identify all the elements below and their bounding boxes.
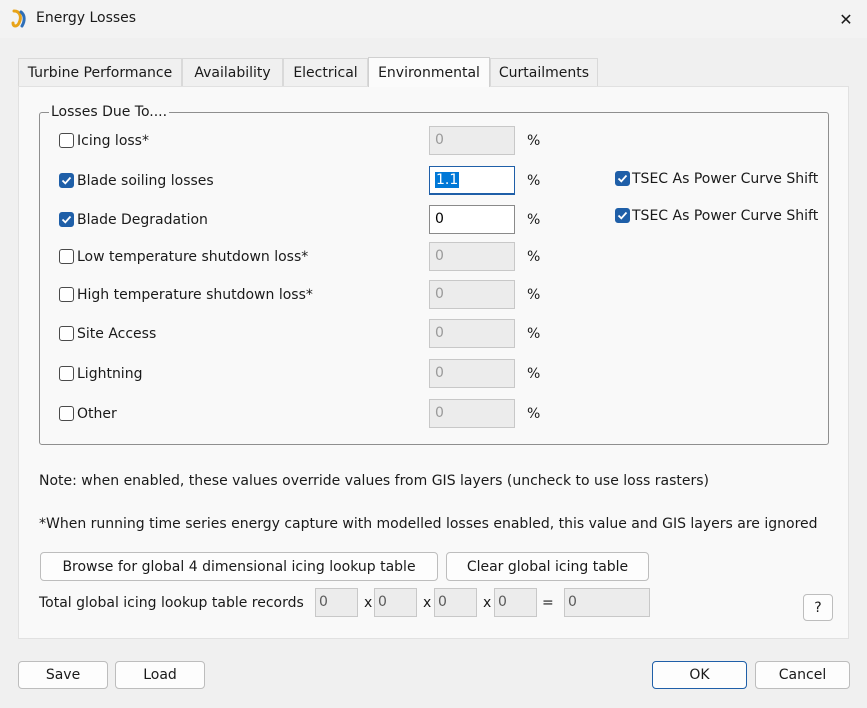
tab-label: Electrical [293, 65, 358, 81]
icing-dim-3-field: 0 [434, 588, 477, 617]
tab-curtailments[interactable]: Curtailments [490, 58, 598, 87]
browse-icing-table-label: Browse for global 4 dimensional icing lo… [62, 558, 416, 575]
load-label: Load [143, 667, 177, 683]
close-icon: ✕ [839, 9, 853, 29]
tsec-power-curve-shift-label-2: TSEC As Power Curve Shift [632, 208, 819, 224]
clear-icing-table-button[interactable]: Clear global icing table [446, 552, 649, 581]
blade-degradation-input[interactable]: 0 [429, 205, 515, 234]
site-access-unit: % [527, 326, 541, 342]
cancel-label: Cancel [778, 667, 827, 683]
lightning-checkbox[interactable] [59, 366, 74, 381]
equals-symbol: = [542, 595, 554, 611]
losses-groupbox [39, 112, 829, 445]
help-button[interactable]: ? [803, 594, 833, 621]
selected-text: 1.1 [435, 172, 460, 188]
times-symbol: x [423, 595, 432, 611]
high-temp-shutdown-unit: % [527, 287, 541, 303]
blade-soiling-input[interactable]: 1.1 [429, 166, 515, 195]
records-label: Total global icing lookup table records [39, 595, 304, 611]
tab-electrical[interactable]: Electrical [283, 58, 368, 87]
gis-override-note: Note: when enabled, these values overrid… [39, 473, 710, 489]
cancel-button[interactable]: Cancel [755, 661, 850, 689]
times-symbol: x [483, 595, 492, 611]
blade-degradation-checkbox[interactable] [59, 212, 74, 227]
tsec-power-curve-shift-checkbox-1[interactable] [615, 171, 630, 186]
times-symbol: x [364, 595, 373, 611]
tab-turbine-performance[interactable]: Turbine Performance [18, 58, 182, 87]
site-access-label: Site Access [77, 326, 157, 342]
tab-environmental[interactable]: Environmental [368, 57, 490, 87]
checkmark-icon [617, 174, 628, 183]
other-label: Other [77, 406, 117, 422]
window-title: Energy Losses [36, 10, 137, 26]
checkmark-icon [61, 215, 72, 224]
ok-button[interactable]: OK [652, 661, 747, 689]
tsec-power-curve-shift-checkbox-2[interactable] [615, 208, 630, 223]
save-label: Save [45, 667, 81, 683]
app-logo-icon [11, 9, 26, 28]
other-checkbox[interactable] [59, 406, 74, 421]
close-button[interactable]: ✕ [826, 4, 866, 34]
icing-dim-4-field: 0 [494, 588, 537, 617]
tab-label: Curtailments [498, 65, 590, 81]
tab-label: Turbine Performance [27, 65, 173, 81]
checkmark-icon [617, 211, 628, 220]
icing-loss-unit: % [527, 133, 541, 149]
low-temp-shutdown-checkbox[interactable] [59, 249, 74, 264]
tsec-power-curve-shift-label-1: TSEC As Power Curve Shift [632, 171, 819, 187]
load-button[interactable]: Load [115, 661, 205, 689]
icing-loss-label: Icing loss* [77, 133, 149, 149]
icing-dim-2-field: 0 [374, 588, 417, 617]
blade-degradation-label: Blade Degradation [77, 212, 208, 228]
icing-loss-input[interactable]: 0 [429, 126, 515, 155]
save-button[interactable]: Save [18, 661, 108, 689]
help-icon: ? [814, 599, 822, 616]
icing-records-total-field: 0 [564, 588, 650, 617]
icing-loss-checkbox[interactable] [59, 133, 74, 148]
losses-group-legend: Losses Due To.... [49, 104, 170, 120]
site-access-checkbox[interactable] [59, 326, 74, 341]
lightning-unit: % [527, 366, 541, 382]
site-access-input[interactable]: 0 [429, 319, 515, 348]
title-bar: Energy Losses ✕ [0, 0, 867, 38]
low-temp-shutdown-input[interactable]: 0 [429, 242, 515, 271]
clear-icing-table-label: Clear global icing table [466, 558, 629, 575]
high-temp-shutdown-checkbox[interactable] [59, 287, 74, 302]
lightning-input[interactable]: 0 [429, 359, 515, 388]
low-temp-shutdown-label: Low temperature shutdown loss* [77, 249, 309, 265]
time-series-note: *When running time series energy capture… [39, 516, 818, 532]
tab-label: Environmental [378, 64, 480, 81]
blade-soiling-label: Blade soiling losses [77, 173, 214, 189]
blade-degradation-unit: % [527, 212, 541, 228]
tab-label: Availability [194, 65, 271, 81]
ok-label: OK [689, 667, 710, 683]
tab-availability[interactable]: Availability [182, 58, 283, 87]
icing-dim-1-field: 0 [315, 588, 358, 617]
low-temp-shutdown-unit: % [527, 249, 541, 265]
blade-soiling-checkbox[interactable] [59, 173, 74, 188]
browse-icing-table-button[interactable]: Browse for global 4 dimensional icing lo… [40, 552, 438, 581]
blade-soiling-unit: % [527, 173, 541, 189]
high-temp-shutdown-input[interactable]: 0 [429, 280, 515, 309]
other-unit: % [527, 406, 541, 422]
other-input[interactable]: 0 [429, 399, 515, 428]
high-temp-shutdown-label: High temperature shutdown loss* [77, 287, 313, 303]
lightning-label: Lightning [77, 366, 143, 382]
checkmark-icon [61, 176, 72, 185]
